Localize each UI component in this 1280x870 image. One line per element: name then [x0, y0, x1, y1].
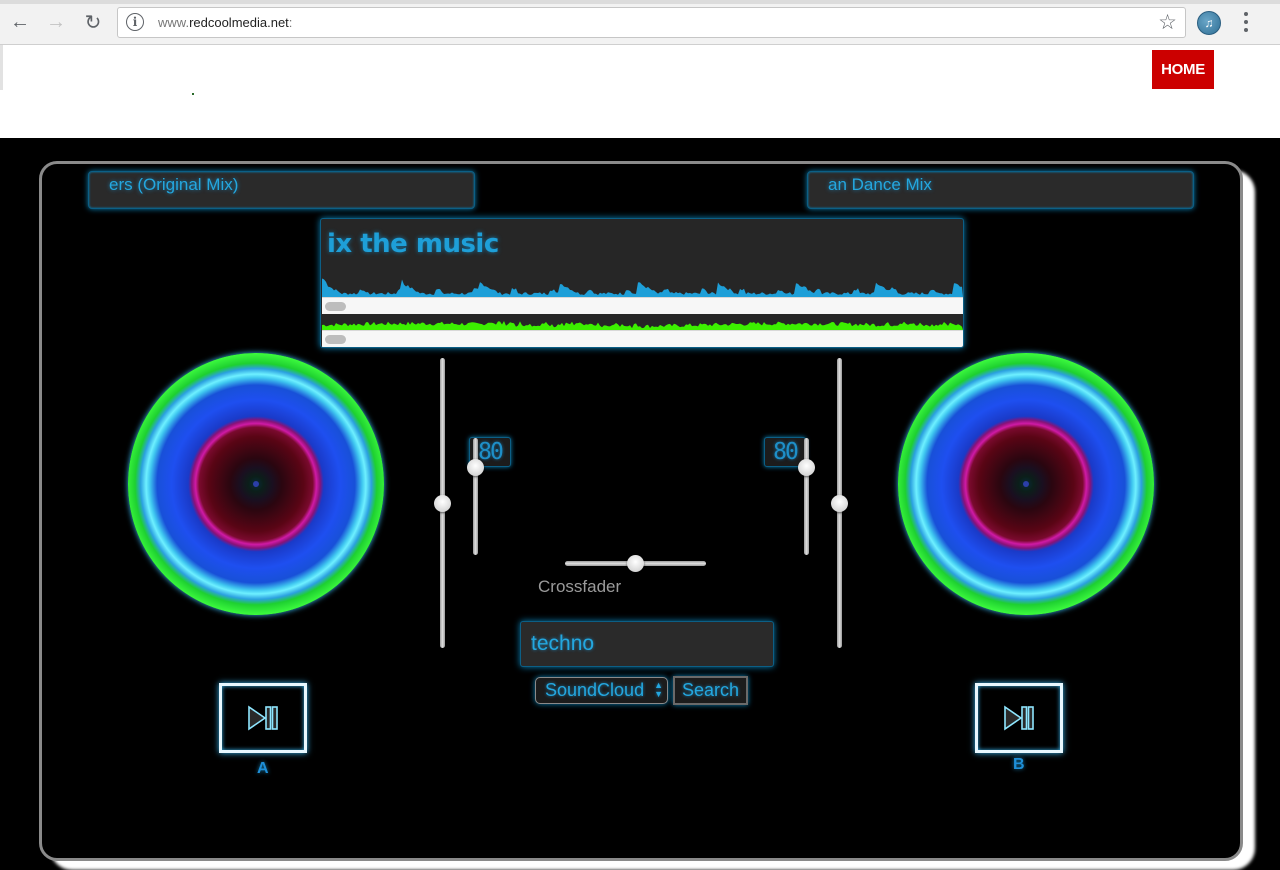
- tab-strip: [0, 0, 1280, 4]
- center-display: ix the music: [320, 218, 964, 348]
- deck-a-label: A: [257, 760, 269, 777]
- url-prefix: www.: [158, 15, 190, 30]
- deck-b-pitch-knob[interactable]: [798, 458, 815, 476]
- deck-a-pitch-knob[interactable]: [467, 458, 484, 476]
- deck-b-volume-slider[interactable]: [831, 358, 848, 648]
- back-icon[interactable]: ←: [7, 9, 33, 35]
- header-dot: [192, 93, 194, 95]
- header-left-bar: [0, 45, 3, 90]
- deck-a-play-pause-button[interactable]: [219, 683, 307, 753]
- browser-menu-icon[interactable]: [1238, 10, 1254, 34]
- crossfader-slider[interactable]: [565, 555, 706, 572]
- forward-icon[interactable]: →: [43, 9, 69, 35]
- home-button[interactable]: HOME: [1152, 50, 1214, 89]
- deck-a-spindle: [253, 481, 259, 487]
- site-info-icon[interactable]: i: [126, 13, 144, 31]
- select-arrows-icon: ▲ ▼: [654, 680, 663, 699]
- source-select-value: SoundCloud: [545, 680, 645, 700]
- deck-b-turntable[interactable]: [898, 353, 1154, 615]
- browser-toolbar: ← → ↻ i www.redcoolmedia.net: ☆ ♫: [0, 0, 1280, 45]
- bookmark-star-icon[interactable]: ☆: [1158, 10, 1177, 35]
- page-header: HOME: [0, 45, 1280, 138]
- reload-icon[interactable]: ↻: [80, 9, 106, 35]
- deck-b-scroll-thumb[interactable]: [325, 335, 346, 344]
- deck-a-turntable[interactable]: [128, 353, 384, 615]
- crossfader-label: Crossfader: [538, 577, 622, 596]
- deck-b-track-title: an Dance Mix: [828, 175, 932, 194]
- play-pause-icon: [248, 705, 278, 731]
- url-suffix: :: [288, 15, 293, 30]
- address-bar[interactable]: i www.redcoolmedia.net: ☆: [117, 7, 1186, 38]
- search-button[interactable]: Search: [673, 676, 748, 705]
- deck-b-spindle: [1023, 481, 1029, 487]
- deck-a-track-title: ers (Original Mix): [109, 175, 239, 194]
- deck-b-waveform-scrollbar[interactable]: [322, 330, 963, 347]
- marquee-text: ix the music: [327, 229, 499, 259]
- url-host: redcoolmedia.net: [189, 15, 289, 30]
- deck-b-pitch-slider[interactable]: [798, 438, 815, 555]
- deck-a-pitch-slider[interactable]: [467, 438, 484, 555]
- play-pause-icon: [1004, 705, 1034, 731]
- deck-a-waveform[interactable]: [322, 275, 963, 297]
- deck-b-label: B: [1013, 756, 1025, 773]
- deck-b-play-pause-button[interactable]: [975, 683, 1063, 753]
- waveform-shape: [322, 321, 963, 330]
- music-extension-icon[interactable]: ♫: [1197, 11, 1221, 35]
- deck-b-waveform[interactable]: [322, 312, 963, 330]
- deck-a-volume-knob[interactable]: [434, 494, 451, 512]
- deck-a-volume-slider[interactable]: [434, 358, 451, 648]
- deck-a-track-title-box: ers (Original Mix): [88, 171, 475, 209]
- url-text[interactable]: www.redcoolmedia.net:: [158, 15, 292, 30]
- waveform-shape: [322, 278, 963, 297]
- search-input[interactable]: [520, 621, 774, 667]
- deck-b-track-title-box: an Dance Mix: [807, 171, 1194, 209]
- source-select[interactable]: SoundCloud ▲ ▼: [535, 677, 668, 704]
- deck-a-scroll-thumb[interactable]: [325, 302, 346, 311]
- crossfader-knob[interactable]: [627, 555, 644, 572]
- deck-b-volume-knob[interactable]: [831, 494, 848, 512]
